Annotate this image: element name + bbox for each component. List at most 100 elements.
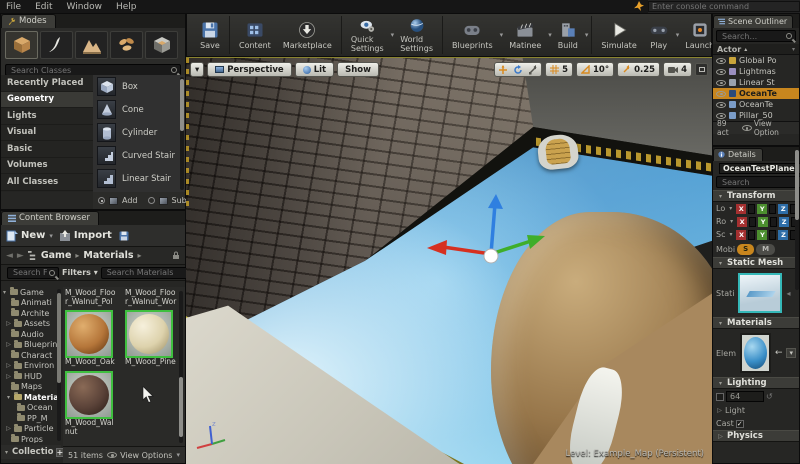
translate-tool-icon[interactable] <box>498 64 508 75</box>
visibility-eye-icon[interactable] <box>716 79 726 86</box>
grid-snap-button[interactable]: 5 <box>545 62 573 77</box>
world-settings-button[interactable]: World Settings <box>394 16 439 54</box>
outliner-row[interactable]: Lightmas <box>713 66 799 77</box>
marketplace-button[interactable]: Marketplace <box>277 16 338 54</box>
search-folders-input[interactable] <box>11 267 49 278</box>
tree-item[interactable]: ▷ Assets <box>1 318 61 330</box>
category-lights[interactable]: Lights <box>1 108 93 125</box>
lock-icon[interactable] <box>172 251 180 260</box>
breadcrumb-materials[interactable]: Materials <box>83 250 133 261</box>
maximize-viewport-button[interactable] <box>695 63 708 76</box>
brush-add-radio[interactable] <box>98 197 105 204</box>
actor-name-field[interactable] <box>719 163 800 174</box>
mode-place-button[interactable] <box>5 31 38 59</box>
lightmap-res-field[interactable]: 64 <box>726 391 764 402</box>
material-thumbnail[interactable] <box>740 333 771 373</box>
tree-item[interactable]: Archite <box>1 308 61 319</box>
show-button[interactable]: Show <box>337 62 379 77</box>
x-value-field[interactable] <box>749 216 757 227</box>
save-all-icon[interactable] <box>118 230 130 242</box>
asset-label[interactable]: M_Wood_Floo r_Walnut_Pol <box>65 288 117 306</box>
visibility-eye-icon[interactable] <box>716 57 726 64</box>
asset-label[interactable]: M_Wood_Floo r_Walnut_Wor <box>125 288 177 306</box>
tab-modes[interactable]: Modes <box>1 14 56 28</box>
tree-item[interactable]: Charact <box>1 350 61 361</box>
outliner-view-options-button[interactable]: View Option <box>741 119 795 137</box>
asset-tile-oak[interactable]: M_Wood_Oak <box>65 310 117 367</box>
transform-gizmo[interactable] <box>417 192 567 292</box>
rotation-snap-button[interactable]: 10° <box>576 62 615 77</box>
new-button[interactable]: New ▾ <box>6 230 53 242</box>
play-button[interactable]: Play <box>643 16 675 54</box>
y-value-field[interactable] <box>770 216 778 227</box>
tab-details[interactable]: Details <box>713 148 763 161</box>
mode-landscape-button[interactable] <box>75 31 108 59</box>
class-item-box[interactable]: Box <box>93 75 185 98</box>
class-item-linear-stair[interactable]: Linear Stair <box>93 167 185 190</box>
viewport[interactable]: z ▾ Perspective Lit Show 5 10° 0.25 4 Le… <box>186 57 712 464</box>
console-command-input[interactable] <box>648 1 800 12</box>
tab-scene-outliner[interactable]: Scene Outliner <box>713 15 794 28</box>
tree-item[interactable]: Audio <box>1 329 61 340</box>
forward-button[interactable]: ► <box>17 251 24 261</box>
tab-content-browser[interactable]: Content Browser <box>1 211 99 225</box>
outliner-row[interactable]: Global Po <box>713 55 799 66</box>
x-value-field[interactable] <box>748 203 756 214</box>
assets-scrollbar[interactable] <box>179 291 183 443</box>
content-button[interactable]: Content <box>233 16 277 54</box>
browse-left-icon[interactable]: ◂ <box>786 289 790 298</box>
outliner-search-input[interactable] <box>720 30 786 42</box>
visibility-eye-icon[interactable] <box>716 112 726 119</box>
visibility-eye-icon[interactable] <box>716 68 726 75</box>
tree-item[interactable]: ▷ Environ <box>1 360 61 372</box>
simulate-button[interactable]: Simulate <box>595 16 642 54</box>
quick-settings-button[interactable]: Quick Settings <box>345 16 390 54</box>
details-search-input[interactable] <box>720 176 800 188</box>
tree-item[interactable]: Maps <box>1 381 61 393</box>
y-value-field[interactable] <box>769 229 777 240</box>
section-physics[interactable]: ▷ Physics <box>713 430 799 442</box>
tree-scrollbar[interactable] <box>57 289 61 441</box>
search-classes-input[interactable] <box>9 64 171 76</box>
section-lighting[interactable]: ▾ Lighting <box>713 377 799 389</box>
scale-tool-icon[interactable] <box>528 64 538 75</box>
visibility-eye-icon[interactable] <box>716 90 726 97</box>
import-button[interactable]: Import <box>59 229 112 242</box>
back-button[interactable]: ◄ <box>6 251 13 261</box>
tree-item[interactable]: ▷ Particle <box>1 423 61 435</box>
tree-item[interactable]: Props <box>1 434 61 443</box>
section-static-mesh[interactable]: ▾ Static Mesh <box>713 257 799 269</box>
class-item-cylinder[interactable]: Cylinder <box>93 121 185 144</box>
perspective-button[interactable]: Perspective <box>207 62 292 77</box>
save-button[interactable]: Save <box>194 16 226 54</box>
outliner-row-selected[interactable]: OceanTe <box>713 88 799 99</box>
window-scrollbar[interactable] <box>795 150 799 290</box>
classes-scrollbar[interactable] <box>180 77 184 190</box>
menu-window[interactable]: Window <box>67 2 103 12</box>
tree-item-game[interactable]: ▾ Game <box>1 287 61 298</box>
category-volumes[interactable]: Volumes <box>1 158 93 174</box>
use-selected-asset-icon[interactable]: ← <box>775 348 783 358</box>
camera-speed-button[interactable]: 4 <box>663 62 692 77</box>
tree-item[interactable]: ▷ Blueprin <box>1 339 61 351</box>
mode-geometry-button[interactable] <box>145 31 178 59</box>
mode-foliage-button[interactable] <box>110 31 143 59</box>
outliner-row[interactable]: OceanTe <box>713 99 799 110</box>
material-dropdown-icon[interactable]: ▾ <box>786 348 796 358</box>
light-row[interactable]: ▷ Light <box>713 404 799 417</box>
category-recently-placed[interactable]: Recently Placed <box>1 75 93 92</box>
static-mesh-thumbnail[interactable] <box>738 273 783 313</box>
matinee-button[interactable]: Matinee <box>503 16 547 54</box>
mobility-static-button[interactable]: S <box>737 243 755 255</box>
scale-snap-button[interactable]: 0.25 <box>617 62 661 77</box>
y-value-field[interactable] <box>769 203 777 214</box>
tree-item[interactable]: Ocean <box>1 402 61 414</box>
tree-item[interactable]: PP_M <box>1 413 61 424</box>
reset-icon[interactable]: ↺ <box>766 392 773 401</box>
tree-item[interactable]: ▷ HUD <box>1 371 61 382</box>
x-value-field[interactable] <box>748 229 756 240</box>
build-dropdown-icon[interactable]: ▾ <box>585 31 589 39</box>
category-geometry[interactable]: Geometry <box>1 91 93 108</box>
blueprints-button[interactable]: Blueprints <box>446 16 499 54</box>
menu-edit[interactable]: Edit <box>35 2 52 12</box>
